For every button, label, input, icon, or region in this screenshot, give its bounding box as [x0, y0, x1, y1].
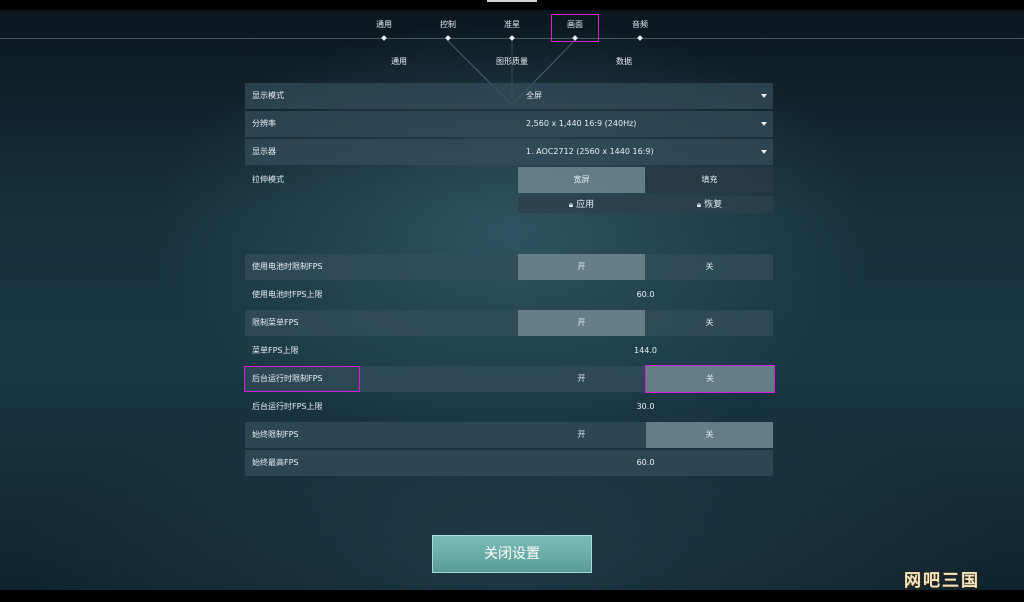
- tab-label: 画面: [567, 20, 583, 29]
- background-fps-cap-value[interactable]: 30.0: [518, 394, 773, 420]
- tab-audio[interactable]: 音频: [610, 18, 670, 44]
- chevron-down-icon: [761, 150, 767, 154]
- setting-always-limit-fps: 始终限制FPS 开 关: [245, 422, 773, 448]
- settings-panel: 显示模式 全屏 分辨率 2,560 x 1,440 16:9 (240Hz) 显…: [244, 83, 775, 478]
- setting-menu-fps-cap: 菜单FPS上限 144.0: [245, 338, 773, 364]
- bottom-bar: [0, 590, 1024, 602]
- setting-label: 使用电池时FPS上限: [252, 290, 323, 299]
- watermark-logo: 网吧三国: [904, 571, 980, 591]
- top-bar: [0, 0, 1024, 10]
- always-limit-on-button[interactable]: 开: [518, 422, 645, 448]
- chevron-down-icon: [761, 94, 767, 98]
- apply-label: 应用: [576, 200, 595, 210]
- setting-label: 始终最高FPS: [252, 458, 299, 467]
- setting-background-fps-cap: 后台运行时FPS上限 30.0: [245, 394, 773, 420]
- tab-video[interactable]: 画面: [551, 14, 599, 42]
- diamond-icon: [445, 35, 451, 41]
- tab-crosshair[interactable]: 准星: [482, 18, 542, 44]
- background-limit-on-button[interactable]: 开: [518, 366, 645, 392]
- setting-label: 后台运行时限制FPS: [244, 366, 360, 392]
- tab-controls[interactable]: 控制: [418, 18, 478, 44]
- always-max-fps-value[interactable]: 60.0: [518, 450, 773, 476]
- lock-icon: 🔒︎: [696, 200, 702, 209]
- setting-menu-limit-fps: 限制菜单FPS 开 关: [245, 310, 773, 336]
- tab-label: 通用: [376, 20, 392, 29]
- battery-fps-cap-value[interactable]: 60.0: [518, 282, 773, 308]
- setting-stretch-mode: 拉伸模式 宽屏 填充: [245, 167, 773, 193]
- setting-label: 分辨率: [252, 119, 276, 128]
- apply-restore-row: 🔒︎ 应用 🔒︎ 恢复: [245, 196, 773, 214]
- apply-button[interactable]: 🔒︎ 应用: [518, 196, 645, 213]
- dropdown-value: 1. AOC2712 (2560 x 1440 16:9): [526, 147, 654, 156]
- top-handle: [487, 0, 537, 2]
- diamond-icon: [381, 35, 387, 41]
- restore-button[interactable]: 🔒︎ 恢复: [646, 196, 773, 213]
- resolution-dropdown[interactable]: 2,560 x 1,440 16:9 (240Hz): [518, 111, 773, 137]
- tab-label: 控制: [440, 20, 456, 29]
- lock-icon: 🔒︎: [568, 200, 574, 209]
- subtab-general[interactable]: 通用: [391, 56, 407, 67]
- tab-label: 准星: [504, 20, 520, 29]
- setting-resolution: 分辨率 2,560 x 1,440 16:9 (240Hz): [245, 111, 773, 137]
- setting-label: 使用电池时限制FPS: [252, 262, 323, 271]
- tab-general[interactable]: 通用: [354, 18, 414, 44]
- setting-battery-fps-cap: 使用电池时FPS上限 60.0: [245, 282, 773, 308]
- diamond-icon: [572, 35, 578, 41]
- dropdown-value: 2,560 x 1,440 16:9 (240Hz): [526, 119, 637, 128]
- setting-background-limit-fps: 后台运行时限制FPS 开 关: [244, 365, 775, 393]
- subtab-stats[interactable]: 数据: [616, 56, 632, 67]
- battery-limit-on-button[interactable]: 开: [518, 254, 645, 280]
- menu-fps-cap-value[interactable]: 144.0: [518, 338, 773, 364]
- setting-label: 始终限制FPS: [252, 430, 299, 439]
- setting-display-mode: 显示模式 全屏: [245, 83, 773, 109]
- setting-label: 拉伸模式: [252, 175, 284, 184]
- chevron-down-icon: [761, 122, 767, 126]
- battery-limit-off-button[interactable]: 关: [646, 254, 773, 280]
- setting-label: 限制菜单FPS: [252, 318, 299, 327]
- diamond-icon: [509, 35, 515, 41]
- restore-label: 恢复: [704, 200, 723, 210]
- always-limit-off-button[interactable]: 关: [646, 422, 773, 448]
- setting-label: 显示模式: [252, 91, 284, 100]
- setting-label: 菜单FPS上限: [252, 346, 299, 355]
- subtab-graphics-quality[interactable]: 图形质量: [496, 56, 528, 67]
- dropdown-value: 全屏: [526, 91, 542, 100]
- setting-always-max-fps: 始终最高FPS 60.0: [245, 450, 773, 476]
- display-mode-dropdown[interactable]: 全屏: [518, 83, 773, 109]
- setting-battery-limit-fps: 使用电池时限制FPS 开 关: [245, 254, 773, 280]
- stretch-fill-button[interactable]: 填充: [646, 167, 773, 193]
- monitor-dropdown[interactable]: 1. AOC2712 (2560 x 1440 16:9): [518, 139, 773, 165]
- setting-label: 显示器: [252, 147, 276, 156]
- diamond-icon: [637, 35, 643, 41]
- background-limit-off-button[interactable]: 关: [645, 365, 775, 393]
- setting-label: 后台运行时FPS上限: [252, 402, 323, 411]
- setting-monitor: 显示器 1. AOC2712 (2560 x 1440 16:9): [245, 139, 773, 165]
- tab-label: 音频: [632, 20, 648, 29]
- close-settings-button[interactable]: 关闭设置: [432, 535, 592, 573]
- stretch-widescreen-button[interactable]: 宽屏: [518, 167, 645, 193]
- menu-limit-on-button[interactable]: 开: [518, 310, 645, 336]
- menu-limit-off-button[interactable]: 关: [646, 310, 773, 336]
